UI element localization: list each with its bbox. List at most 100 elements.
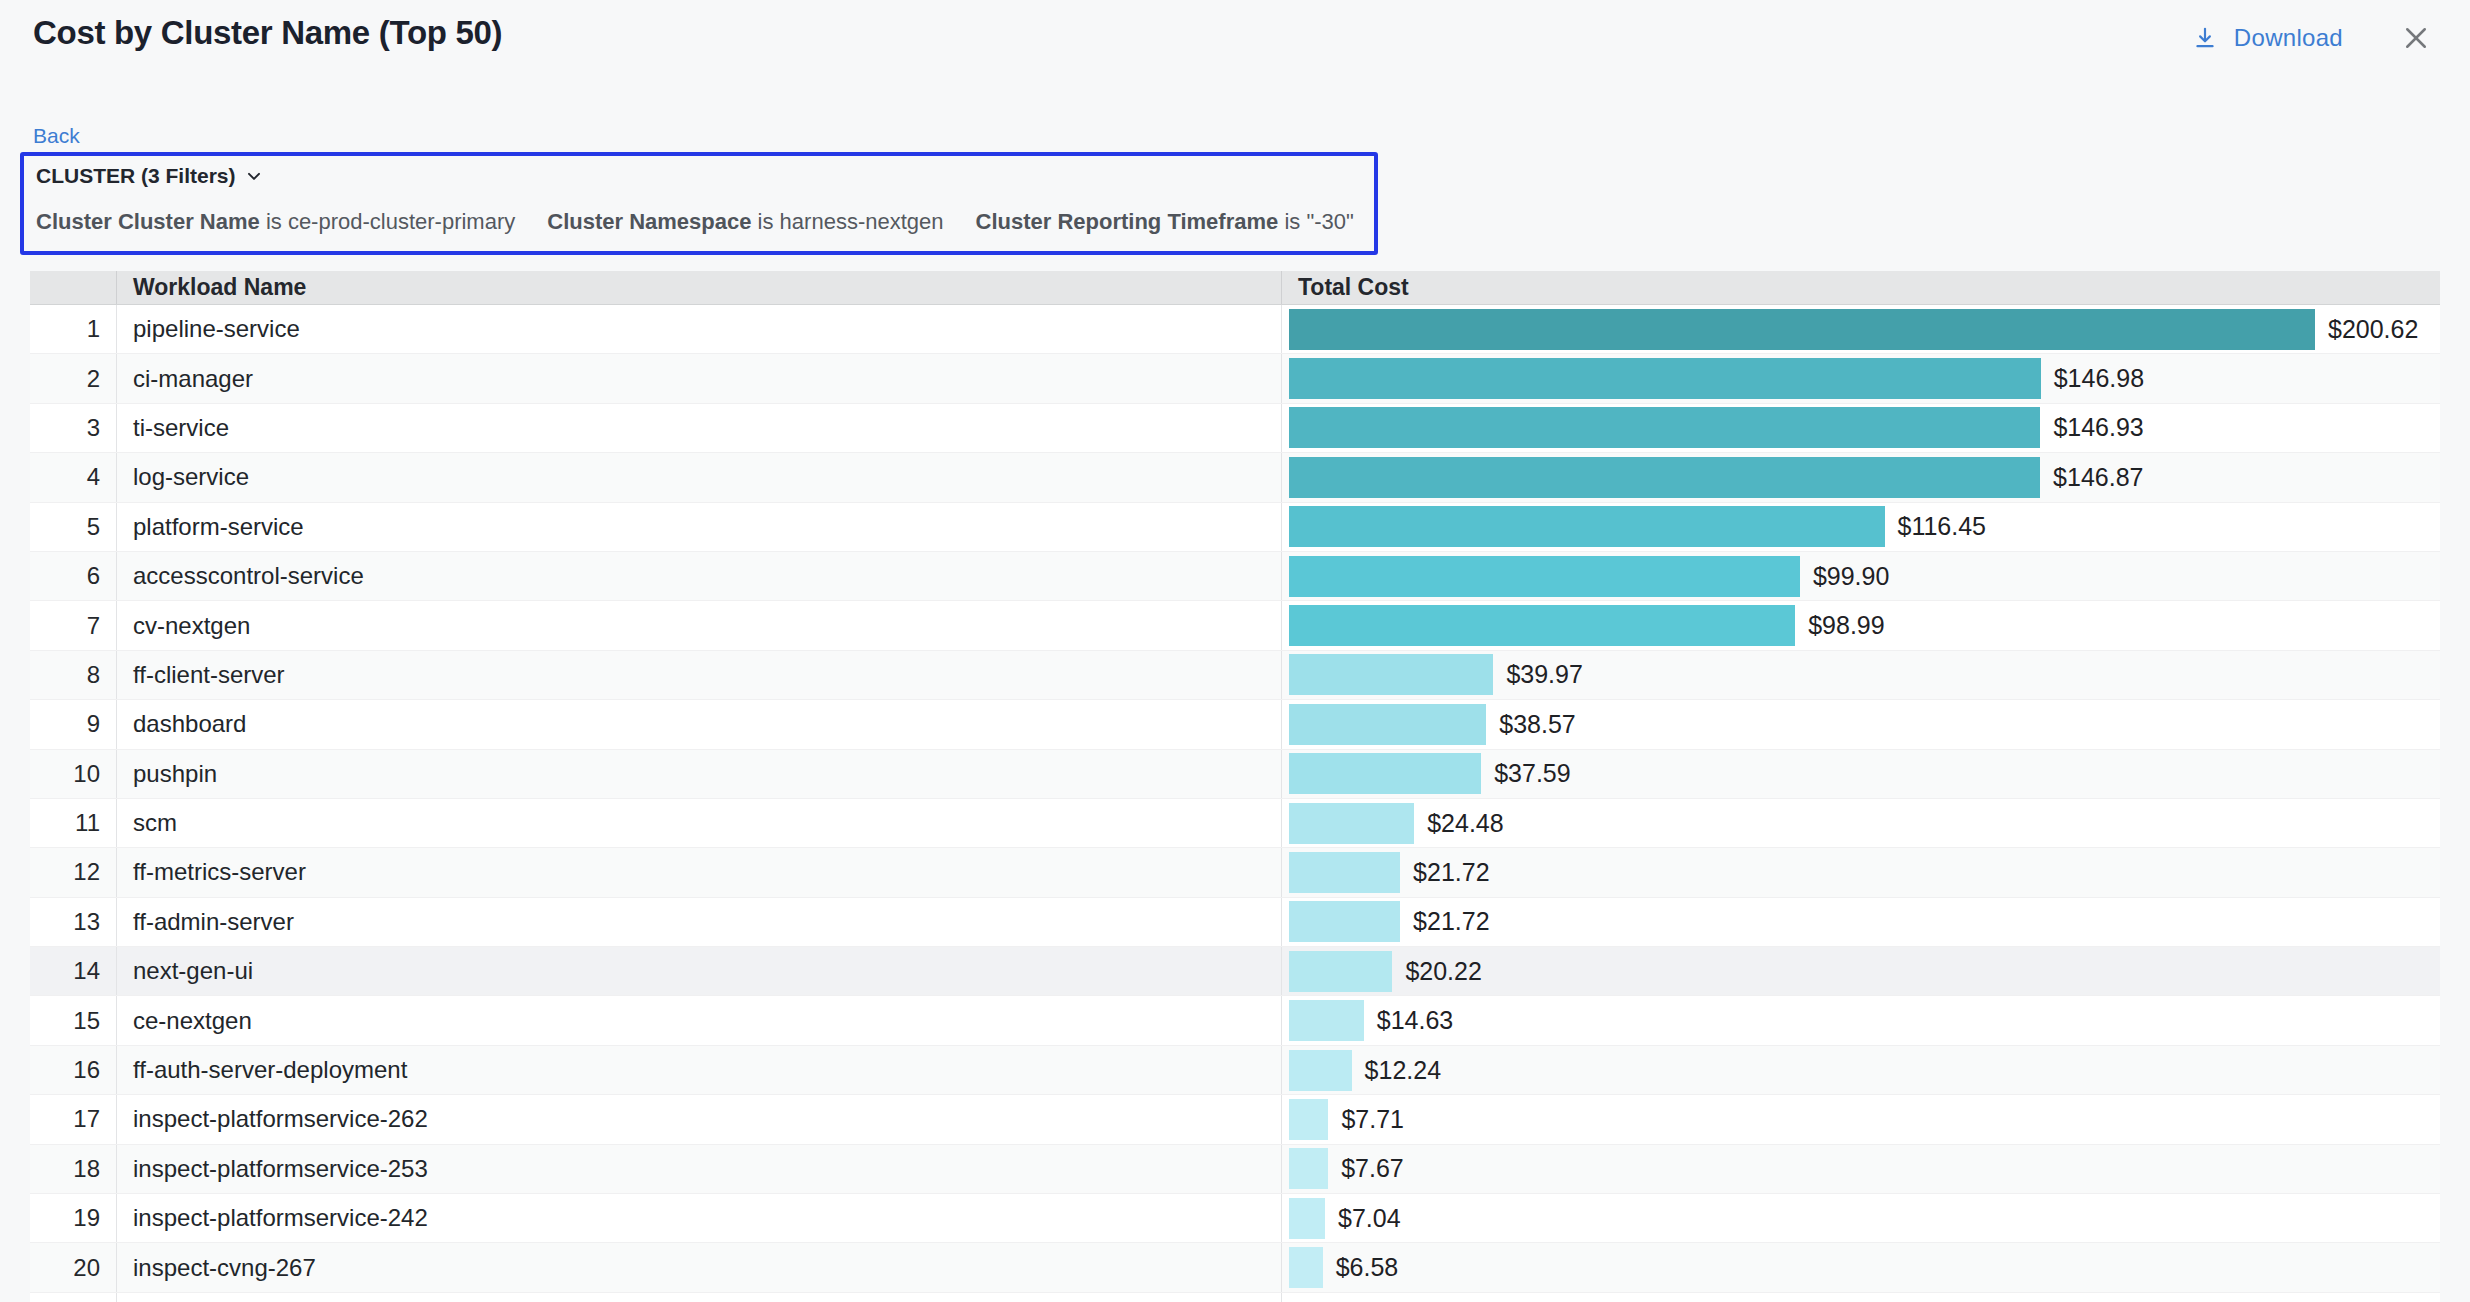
row-rank: 1 [30, 305, 117, 353]
table-row[interactable]: 5platform-service$116.45 [30, 503, 2440, 552]
cost-value: $99.90 [1813, 562, 1889, 591]
table-row[interactable]: 14next-gen-ui$20.22 [30, 947, 2440, 996]
cost-value: $21.72 [1413, 858, 1489, 887]
row-rank: 3 [30, 404, 117, 452]
cost-bar [1289, 654, 1493, 695]
workload-name: pushpin [117, 750, 1281, 798]
cost-value: $146.93 [2053, 413, 2143, 442]
table-body: 1pipeline-service$200.622ci-manager$146.… [30, 305, 2440, 1302]
row-rank: 11 [30, 799, 117, 847]
close-button[interactable] [2401, 23, 2431, 53]
total-cost-cell: $7.67 [1281, 1145, 2440, 1193]
workload-name: inspect-platformservice-262 [117, 1095, 1281, 1143]
back-link[interactable]: Back [33, 124, 80, 148]
workload-name: ci-manager [117, 354, 1281, 402]
table-row[interactable]: 9dashboard $38.57 [30, 700, 2440, 749]
filter-item: Cluster Cluster Name is ce-prod-cluster-… [36, 209, 515, 235]
table-row[interactable]: 8ff-client-server$39.97 [30, 651, 2440, 700]
cost-bar [1289, 1198, 1325, 1239]
cost-bar [1289, 605, 1795, 646]
download-icon [2192, 24, 2218, 52]
row-rank: 6 [30, 552, 117, 600]
cost-value: $21.72 [1413, 907, 1489, 936]
total-cost-cell: $146.98 [1281, 354, 2440, 402]
table-header-row: Workload Name Total Cost [30, 271, 2440, 305]
row-rank: 16 [30, 1046, 117, 1094]
total-cost-cell: $12.24 [1281, 1046, 2440, 1094]
table-row[interactable]: 4log-service $146.87 [30, 453, 2440, 502]
header-actions: Download [2192, 23, 2431, 53]
cost-bar [1289, 1247, 1323, 1288]
cost-bar [1289, 1050, 1352, 1091]
total-cost-cell: $39.97 [1281, 651, 2440, 699]
table-row[interactable]: 10pushpin $37.59 [30, 750, 2440, 799]
cost-value: $20.22 [1405, 957, 1481, 986]
workload-name: cv-nextgen [117, 601, 1281, 649]
cost-bar [1289, 901, 1400, 942]
table-row[interactable]: 2ci-manager$146.98 [30, 354, 2440, 403]
total-cost-cell: $116.45 [1281, 503, 2440, 551]
cost-value: $200.62 [2328, 315, 2418, 344]
workload-name: log-service [117, 453, 1281, 501]
table-row[interactable]: 18inspect-platformservice-253$7.67 [30, 1145, 2440, 1194]
workload-name: dashboard [117, 700, 1281, 748]
table-row[interactable]: 1pipeline-service$200.62 [30, 305, 2440, 354]
table-row[interactable]: 11scm$24.48 [30, 799, 2440, 848]
total-cost-cell: $200.62 [1281, 305, 2440, 353]
filter-field: Cluster Reporting Timeframe [976, 209, 1279, 234]
workload-name: platform-service [117, 503, 1281, 551]
table-row[interactable]: 16ff-auth-server-deployment$12.24 [30, 1046, 2440, 1095]
cost-bar [1289, 1000, 1364, 1041]
row-rank: 4 [30, 453, 117, 501]
row-rank: 2 [30, 354, 117, 402]
cost-bar [1289, 407, 2040, 448]
table-row[interactable]: 15ce-nextgen$14.63 [30, 996, 2440, 1045]
row-rank: 8 [30, 651, 117, 699]
filter-items: Cluster Cluster Name is ce-prod-cluster-… [36, 209, 1362, 235]
table-row[interactable]: 3ti-service $146.93 [30, 404, 2440, 453]
total-cost-cell: $14.63 [1281, 996, 2440, 1044]
workload-name: ti-service [117, 404, 1281, 452]
total-cost-cell: $146.93 [1281, 404, 2440, 452]
rank-column-header [30, 271, 117, 304]
table-row[interactable]: 7cv-nextgen$98.99 [30, 601, 2440, 650]
cost-value: $38.57 [1499, 710, 1575, 739]
cost-value: $7.67 [1341, 1154, 1404, 1183]
workload-name: next-gen-ui [117, 947, 1281, 995]
row-rank: 17 [30, 1095, 117, 1143]
filter-group-label: CLUSTER (3 Filters) [36, 164, 236, 188]
table-row[interactable]: 20inspect-cvng-267$6.58 [30, 1243, 2440, 1292]
table-row[interactable]: 12ff-metrics-server$21.72 [30, 848, 2440, 897]
workload-name: ff-admin-server [117, 898, 1281, 946]
filter-group-toggle[interactable]: CLUSTER (3 Filters) [36, 164, 1362, 188]
cost-table: Workload Name Total Cost 1pipeline-servi… [30, 271, 2440, 1302]
row-rank: 7 [30, 601, 117, 649]
total-cost-cell: $146.87 [1281, 453, 2440, 501]
workload-name: inspect-cvng-267 [117, 1243, 1281, 1291]
row-rank: 9 [30, 700, 117, 748]
table-row[interactable]: 13ff-admin-server$21.72 [30, 898, 2440, 947]
workload-name: inspect-platformservice-242 [117, 1194, 1281, 1242]
row-rank: 10 [30, 750, 117, 798]
filter-condition: is "-30" [1284, 209, 1353, 234]
row-rank: 18 [30, 1145, 117, 1193]
download-button[interactable]: Download [2192, 24, 2343, 52]
workload-name: ce-nextgen [117, 996, 1281, 1044]
filter-item: Cluster Reporting Timeframe is "-30" [976, 209, 1354, 235]
cost-value: $146.87 [2053, 463, 2143, 492]
filter-condition: is harness-nextgen [758, 209, 944, 234]
table-row-partial [30, 1293, 2440, 1302]
cost-value: $39.97 [1506, 660, 1582, 689]
cost-value: $37.59 [1494, 759, 1570, 788]
page-title: Cost by Cluster Name (Top 50) [33, 14, 502, 52]
total-cost-cell: $21.72 [1281, 898, 2440, 946]
total-cost-column-header: Total Cost [1281, 271, 2440, 304]
total-cost-cell: $7.04 [1281, 1194, 2440, 1242]
cost-bar [1289, 1099, 1328, 1140]
cost-bar [1289, 556, 1800, 597]
table-row[interactable]: 19inspect-platformservice-242$7.04 [30, 1194, 2440, 1243]
table-row[interactable]: 17inspect-platformservice-262$7.71 [30, 1095, 2440, 1144]
table-row[interactable]: 6accesscontrol-service$99.90 [30, 552, 2440, 601]
cost-bar [1289, 704, 1486, 745]
cost-bar [1289, 951, 1392, 992]
